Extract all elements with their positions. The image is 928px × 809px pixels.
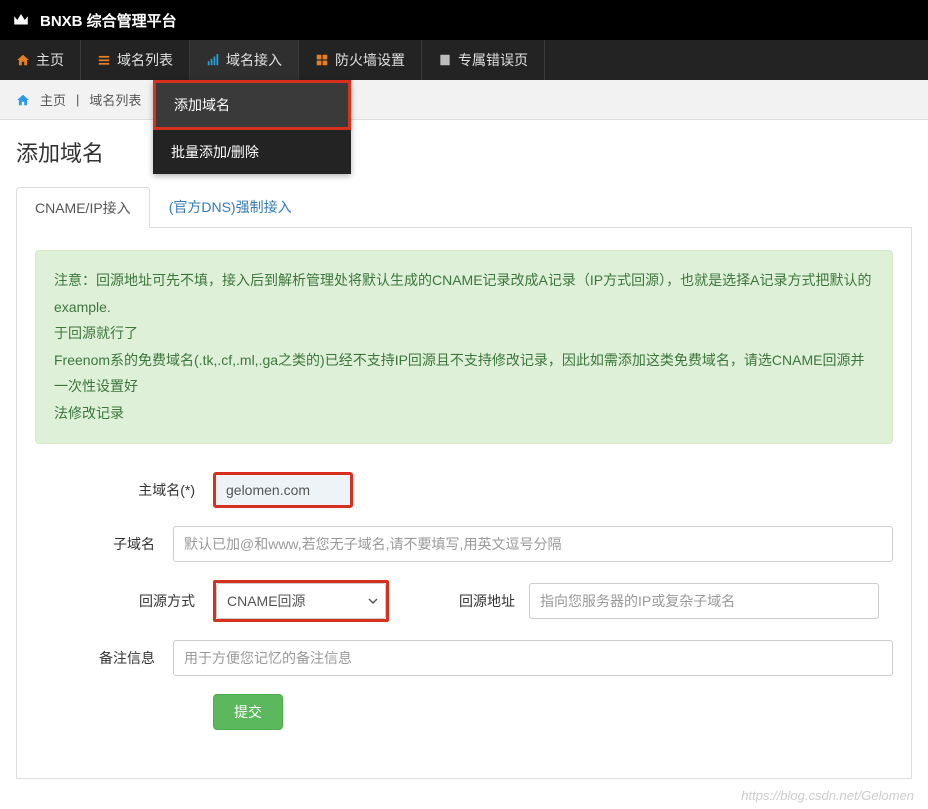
input-main-domain[interactable]: [213, 472, 353, 508]
row-main-domain: 主域名(*): [35, 472, 893, 508]
input-origin-addr[interactable]: [529, 583, 879, 619]
breadcrumb-home[interactable]: 主页: [40, 90, 66, 109]
page-icon: [438, 53, 452, 67]
breadcrumb-sep: |: [76, 92, 79, 107]
row-origin: 回源方式 CNAME回源 回源地址: [35, 580, 893, 622]
tabbar: CNAME/IP接入 (官方DNS)强制接入: [16, 186, 912, 228]
label-main-domain: 主域名(*): [35, 480, 213, 500]
nav-domain-list[interactable]: 域名列表: [81, 40, 190, 80]
row-submit: 提交: [35, 694, 893, 730]
home-icon: [16, 53, 30, 67]
crown-icon: [12, 11, 30, 29]
row-sub-domain: 子域名: [35, 526, 893, 562]
nav-firewall[interactable]: 防火墙设置: [299, 40, 422, 80]
topbar: BNXB 综合管理平台: [0, 0, 928, 40]
nav-label: 主页: [36, 50, 64, 70]
breadcrumb: 主页 | 域名列表: [0, 80, 928, 120]
nav-label: 域名列表: [117, 50, 173, 70]
watermark: https://blog.csdn.net/Gelomen: [741, 788, 914, 803]
alert-line: 注意：回源地址可先不填，接入后到解析管理处将默认生成的CNAME记录改成A记录（…: [54, 272, 871, 315]
dropdown-add-domain[interactable]: 添加域名: [153, 80, 351, 130]
label-origin-type: 回源方式: [35, 591, 213, 611]
nav-dropdown: 添加域名 批量添加/删除: [153, 80, 351, 174]
submit-button[interactable]: 提交: [213, 694, 283, 730]
dropdown-batch[interactable]: 批量添加/删除: [153, 130, 351, 174]
tab-content: 注意：回源地址可先不填，接入后到解析管理处将默认生成的CNAME记录改成A记录（…: [16, 228, 912, 779]
nav-error-page[interactable]: 专属错误页: [422, 40, 545, 80]
app-title: BNXB 综合管理平台: [40, 10, 177, 31]
input-note[interactable]: [173, 640, 893, 676]
page: 添加域名 CNAME/IP接入 (官方DNS)强制接入 注意：回源地址可先不填，…: [0, 120, 928, 809]
list-icon: [97, 53, 111, 67]
nav-home[interactable]: 主页: [0, 40, 81, 80]
main-nav: 主页 域名列表 域名接入 防火墙设置 专属错误页 添加域名 批量添加/删除: [0, 40, 928, 80]
nav-domain-access[interactable]: 域名接入: [190, 40, 299, 80]
alert-line: 于回源就行了: [54, 325, 138, 341]
page-title: 添加域名: [16, 136, 912, 168]
nav-label: 域名接入: [226, 50, 282, 70]
nav-label: 专属错误页: [458, 50, 528, 70]
tab-dns-force[interactable]: (官方DNS)强制接入: [150, 186, 311, 227]
alert-line: 法修改记录: [54, 405, 124, 421]
row-note: 备注信息: [35, 640, 893, 676]
select-origin-type[interactable]: CNAME回源: [216, 583, 386, 619]
select-wrap-origin-type: CNAME回源: [213, 580, 389, 622]
label-sub-domain: 子域名: [35, 534, 173, 554]
label-origin-addr: 回源地址: [419, 591, 529, 611]
tab-cname-ip[interactable]: CNAME/IP接入: [16, 187, 150, 228]
nav-label: 防火墙设置: [335, 50, 405, 70]
breadcrumb-current[interactable]: 域名列表: [89, 90, 141, 109]
bars-icon: [206, 53, 220, 67]
notice-alert: 注意：回源地址可先不填，接入后到解析管理处将默认生成的CNAME记录改成A记录（…: [35, 250, 893, 444]
breadcrumb-home-icon: [16, 93, 30, 107]
grid-icon: [315, 53, 329, 67]
input-sub-domain[interactable]: [173, 526, 893, 562]
alert-line: Freenom系的免费域名(.tk,.cf,.ml,.ga之类的)已经不支持IP…: [54, 352, 864, 395]
label-note: 备注信息: [35, 648, 173, 668]
